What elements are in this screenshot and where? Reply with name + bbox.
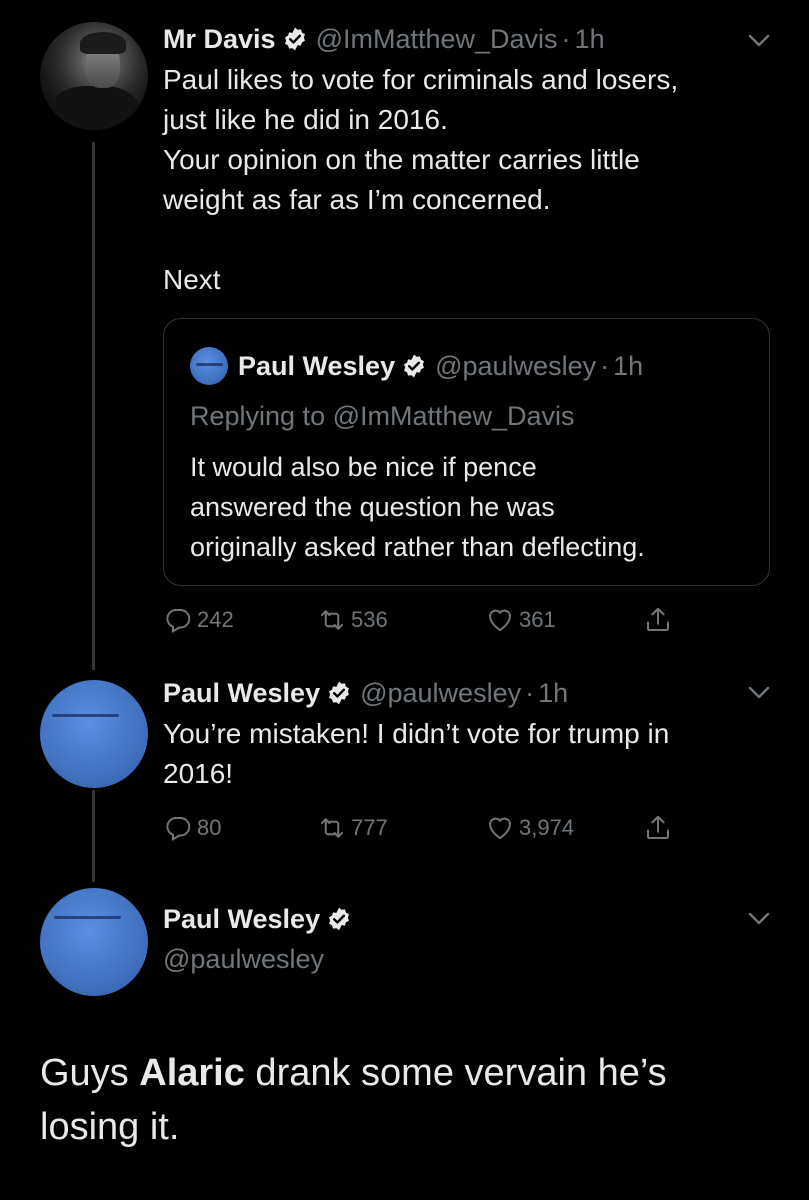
- timestamp[interactable]: 1h: [538, 676, 568, 710]
- tweet-paul-wesley-main: Paul Wesley @paulwesley: [163, 902, 769, 976]
- chevron-down-icon[interactable]: [748, 686, 770, 700]
- author-name[interactable]: Paul Wesley: [163, 676, 320, 710]
- chevron-down-icon[interactable]: [748, 912, 770, 926]
- tweet-line: Your opinion on the matter carries littl…: [163, 144, 640, 175]
- tweet-line: weight as far as I’m concerned.: [163, 184, 551, 215]
- tweet-text-bold: Alaric: [139, 1052, 245, 1094]
- tweet-line: originally asked rather than deflecting.: [190, 532, 645, 562]
- verified-icon: [329, 907, 350, 931]
- author-handle[interactable]: @paulwesley: [360, 676, 521, 710]
- author-handle: @paulwesley: [435, 351, 597, 381]
- tweet-header: Mr Davis @ImMatthew_Davis · 1h: [163, 22, 769, 56]
- replying-to: Replying to @ImMatthew_Davis: [190, 401, 575, 431]
- tweet-header: Paul Wesley: [163, 902, 769, 936]
- thread-line: [92, 790, 95, 882]
- tweet-line: 2016!: [163, 758, 234, 789]
- timestamp: 1h: [613, 351, 644, 381]
- tweet-text: Guys: [40, 1052, 140, 1094]
- separator-dot: ·: [600, 351, 610, 381]
- tweet-line: just like he did in 2016.: [163, 104, 448, 135]
- tweet-body: Guys Alaric drank some vervain he’s losi…: [40, 1046, 780, 1154]
- like-button[interactable]: 361: [485, 600, 556, 640]
- tweet-text: drank some vervain he’s: [244, 1052, 667, 1094]
- author-handle[interactable]: @ImMatthew_Davis: [316, 22, 558, 56]
- tweet-thread: Mr Davis @ImMatthew_Davis · 1h Paul like…: [0, 0, 809, 1200]
- avatar[interactable]: [40, 888, 148, 996]
- reply-count: 80: [197, 815, 222, 840]
- reply-icon: [166, 817, 191, 842]
- retweet-icon: [321, 818, 343, 838]
- share-icon: [647, 607, 669, 631]
- retweet-button[interactable]: 536: [317, 600, 388, 640]
- retweet-icon: [321, 610, 343, 630]
- reply-icon: [166, 609, 191, 634]
- timestamp[interactable]: 1h: [575, 22, 605, 56]
- retweet-count: 777: [351, 815, 388, 840]
- author-name[interactable]: Mr Davis: [163, 22, 276, 56]
- like-count: 361: [519, 607, 556, 632]
- tweet-line: Next: [163, 264, 221, 295]
- verified-icon: [284, 27, 305, 51]
- heart-icon: [488, 817, 512, 840]
- reply-count: 242: [197, 607, 234, 632]
- separator-dot: ·: [561, 24, 571, 54]
- tweet-line: It would also be nice if pence: [190, 452, 537, 482]
- separator-dot: ·: [525, 678, 535, 708]
- avatar: [190, 347, 228, 385]
- like-count: 3,974: [519, 815, 575, 840]
- reply-button[interactable]: 80: [163, 808, 221, 848]
- tweet-header: Paul Wesley @paulwesley · 1h: [163, 676, 769, 710]
- thread-line: [92, 142, 95, 670]
- share-button[interactable]: [643, 600, 677, 640]
- author-handle-row: @paulwesley: [163, 942, 769, 976]
- tweet-body: Paul likes to vote for criminals and los…: [163, 60, 769, 300]
- tweet-actions: 242 536 361: [163, 600, 683, 640]
- retweet-button[interactable]: 777: [317, 808, 388, 848]
- tweet-actions: 80 777 3,974: [163, 808, 683, 848]
- avatar[interactable]: [40, 22, 148, 130]
- tweet-line: answered the question he was: [190, 492, 555, 522]
- share-button[interactable]: [643, 808, 677, 848]
- verified-icon: [329, 681, 350, 705]
- verified-icon: [404, 354, 425, 378]
- tweet-line: losing it.: [40, 1106, 180, 1148]
- chevron-down-icon[interactable]: [748, 34, 770, 48]
- tweet-body: You’re mistaken! I didn’t vote for trump…: [163, 714, 769, 794]
- share-icon: [647, 815, 669, 839]
- author-handle[interactable]: @paulwesley: [163, 942, 324, 976]
- retweet-count: 536: [351, 607, 388, 632]
- tweet-mr-davis: Mr Davis @ImMatthew_Davis · 1h Paul like…: [163, 22, 769, 300]
- author-name[interactable]: Paul Wesley: [163, 902, 320, 936]
- tweet-line: Guys Alaric drank some vervain he’s: [40, 1046, 780, 1100]
- quoted-tweet-body: It would also be nice if pence answered …: [190, 447, 750, 567]
- author-name: Paul Wesley: [238, 351, 396, 381]
- avatar[interactable]: [40, 680, 148, 788]
- like-button[interactable]: 3,974: [485, 808, 574, 848]
- tweet-line: You’re mistaken! I didn’t vote for trump…: [163, 718, 670, 749]
- tweet-paul-wesley-reply: Paul Wesley @paulwesley · 1h You’re mist…: [163, 676, 769, 794]
- heart-icon: [488, 609, 512, 632]
- quoted-tweet[interactable]: Paul Wesley @paulwesley · 1h Replying to…: [163, 318, 770, 586]
- reply-button[interactable]: 242: [163, 600, 234, 640]
- tweet-line: Paul likes to vote for criminals and los…: [163, 64, 679, 95]
- quoted-tweet-header: Paul Wesley @paulwesley · 1h: [190, 347, 643, 385]
